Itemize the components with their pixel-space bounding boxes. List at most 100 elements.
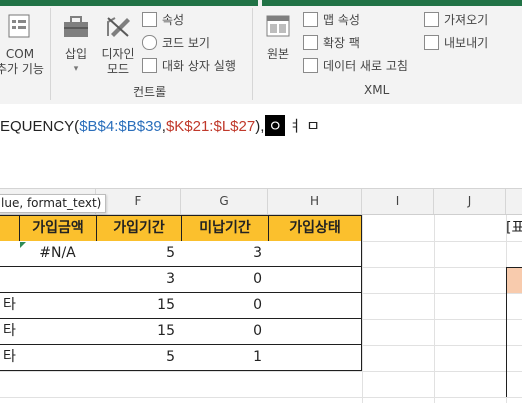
design-mode-icon (107, 17, 130, 37)
table-row-4-cell-period[interactable]: 5 (96, 345, 182, 371)
table-row-3-cell-status[interactable] (268, 319, 362, 345)
ribbon-tab-indicator (0, 0, 258, 6)
formula-ref-1: $B$4:$B$39 (79, 118, 162, 135)
properties-button[interactable]: 속성 (142, 10, 184, 30)
view-code-button[interactable]: 코드 보기 (142, 33, 210, 53)
ribbon: COM 추가 기능 삽입 ▾ 디자인 모드 속성 코드 보기 대화 상자 실행 … (0, 0, 522, 105)
table-row-1-cell-period[interactable]: 3 (96, 267, 182, 293)
error-indicator-icon[interactable] (20, 242, 26, 248)
side-table-title: [표 (506, 220, 522, 236)
ime-composition-cursor: ㅇ (265, 115, 286, 136)
com-addins-label-1: COM (5, 47, 35, 61)
com-addins-icon (8, 14, 30, 38)
table-row-2-cell-period[interactable]: 15 (96, 293, 182, 319)
formula-text[interactable]: EQUENCY($B$4:$B$39,$K$21:$L$27), ㅇㅕ ㅁ (0, 115, 320, 136)
formula-bar[interactable]: EQUENCY($B$4:$B$39,$K$21:$L$27), ㅇㅕ ㅁ (0, 104, 522, 189)
formula-comma-2: ), (255, 118, 265, 135)
com-addins-button[interactable]: COM 추가 기능 (0, 12, 50, 77)
column-header-h[interactable]: H (268, 189, 362, 214)
column-header-k[interactable] (506, 189, 522, 214)
design-mode-button[interactable]: 디자인 모드 (98, 12, 138, 77)
table-row-4-cell-e[interactable]: 타 (0, 345, 20, 371)
map-properties-label: 맵 속성 (323, 13, 360, 27)
refresh-data-label: 데이터 새로 고침 (323, 59, 408, 73)
table-header-period[interactable]: 가입기간 (96, 215, 182, 242)
gridline (362, 215, 363, 403)
table-header-unpaid[interactable]: 미납기간 (181, 215, 269, 242)
column-header-i[interactable]: I (362, 189, 434, 214)
function-argument-tooltip: lue, format_text) (0, 194, 107, 213)
view-code-label: 코드 보기 (162, 36, 210, 50)
table-row-0-cell-amount[interactable]: #N/A (19, 241, 97, 267)
side-table-header-cell[interactable] (506, 267, 522, 293)
export-label: 내보내기 (444, 36, 489, 50)
chevron-down-icon: ▾ (73, 64, 79, 74)
table-row-4-cell-unpaid[interactable]: 1 (181, 345, 269, 371)
view-code-icon (142, 35, 157, 50)
table-row-1-cell-status[interactable] (268, 267, 362, 293)
table-row-3-cell-period[interactable]: 15 (96, 319, 182, 345)
table-row-0-cell-e[interactable] (0, 241, 20, 267)
ribbon-tab-indicator-2 (262, 0, 522, 6)
run-dialog-label: 대화 상자 실행 (162, 59, 236, 73)
import-label: 가져오기 (444, 13, 489, 27)
refresh-data-button[interactable]: 데이터 새로 고침 (303, 56, 408, 76)
table-row-2-cell-unpaid[interactable]: 0 (181, 293, 269, 319)
import-icon (424, 12, 439, 27)
insert-control-button[interactable]: 삽입 ▾ (56, 12, 96, 77)
gridline (0, 397, 522, 398)
table-row-2-cell-status[interactable] (268, 293, 362, 319)
column-header-f[interactable]: F (96, 189, 181, 214)
formula-prefix: EQUENCY( (0, 118, 80, 135)
run-dialog-icon (142, 58, 157, 73)
expansion-packs-icon (303, 35, 318, 50)
map-properties-button[interactable]: 맵 속성 (303, 10, 360, 30)
table-row-0-cell-unpaid[interactable]: 3 (181, 241, 269, 267)
refresh-data-icon (303, 58, 318, 73)
column-header-j[interactable]: J (434, 189, 506, 214)
export-icon (424, 35, 439, 50)
formula-ref-2: $K$21:$L$27 (165, 118, 256, 135)
map-properties-icon (303, 12, 318, 27)
table-row-4-cell-amount[interactable] (19, 345, 97, 371)
table-header-amount[interactable]: 가입금액 (19, 215, 97, 242)
expansion-packs-button[interactable]: 확장 팩 (303, 33, 360, 53)
table-row-3-cell-e[interactable]: 타 (0, 319, 20, 345)
ribbon-separator (50, 8, 51, 100)
gridline (0, 371, 522, 372)
xml-source-label: 원본 (266, 47, 290, 61)
com-addins-label-2: 추가 기능 (0, 62, 44, 76)
table-row-0-cell-period[interactable]: 5 (96, 241, 182, 267)
ribbon-separator-2 (252, 8, 253, 100)
table-row-3-cell-unpaid[interactable]: 0 (181, 319, 269, 345)
insert-label: 삽입 (64, 47, 88, 61)
xml-source-icon (266, 15, 290, 37)
column-header-g[interactable]: G (181, 189, 268, 214)
table-row-4-cell-status[interactable] (268, 345, 362, 371)
table-row-1-cell-amount[interactable] (19, 267, 97, 293)
properties-label: 속성 (162, 13, 185, 27)
table-header-status[interactable]: 가입상태 (268, 215, 362, 242)
table-row-2-cell-e[interactable]: 타 (0, 293, 20, 319)
design-mode-label-2: 모드 (106, 62, 130, 76)
table-row-1-cell-unpaid[interactable]: 0 (181, 267, 269, 293)
design-mode-label-1: 디자인 (101, 47, 135, 61)
side-table-body[interactable] (506, 293, 522, 397)
table-header-cell-e[interactable] (0, 215, 20, 242)
table-row-2-cell-amount[interactable] (19, 293, 97, 319)
worksheet-grid[interactable]: 가입금액 가입기간 미납기간 가입상태 [표 #N/A 5 3 3 0 타 15 0 타 15 0 타… (0, 215, 522, 403)
xml-source-button[interactable]: 원본 (258, 12, 298, 62)
table-row-1-cell-e[interactable] (0, 267, 20, 293)
gridline (434, 215, 435, 403)
export-button[interactable]: 내보내기 (424, 33, 488, 53)
expansion-packs-label: 확장 팩 (323, 36, 360, 50)
run-dialog-button[interactable]: 대화 상자 실행 (142, 56, 236, 76)
table-row-3-cell-amount[interactable] (19, 319, 97, 345)
controls-group-label: 컨트롤 (133, 85, 167, 99)
toolbox-icon (64, 16, 88, 37)
import-button[interactable]: 가져오기 (424, 10, 488, 30)
properties-icon (142, 12, 157, 27)
formula-trailing: ㅕ ㅁ (288, 118, 320, 135)
table-row-0-cell-status[interactable] (268, 241, 362, 267)
xml-group-label: XML (364, 83, 390, 97)
